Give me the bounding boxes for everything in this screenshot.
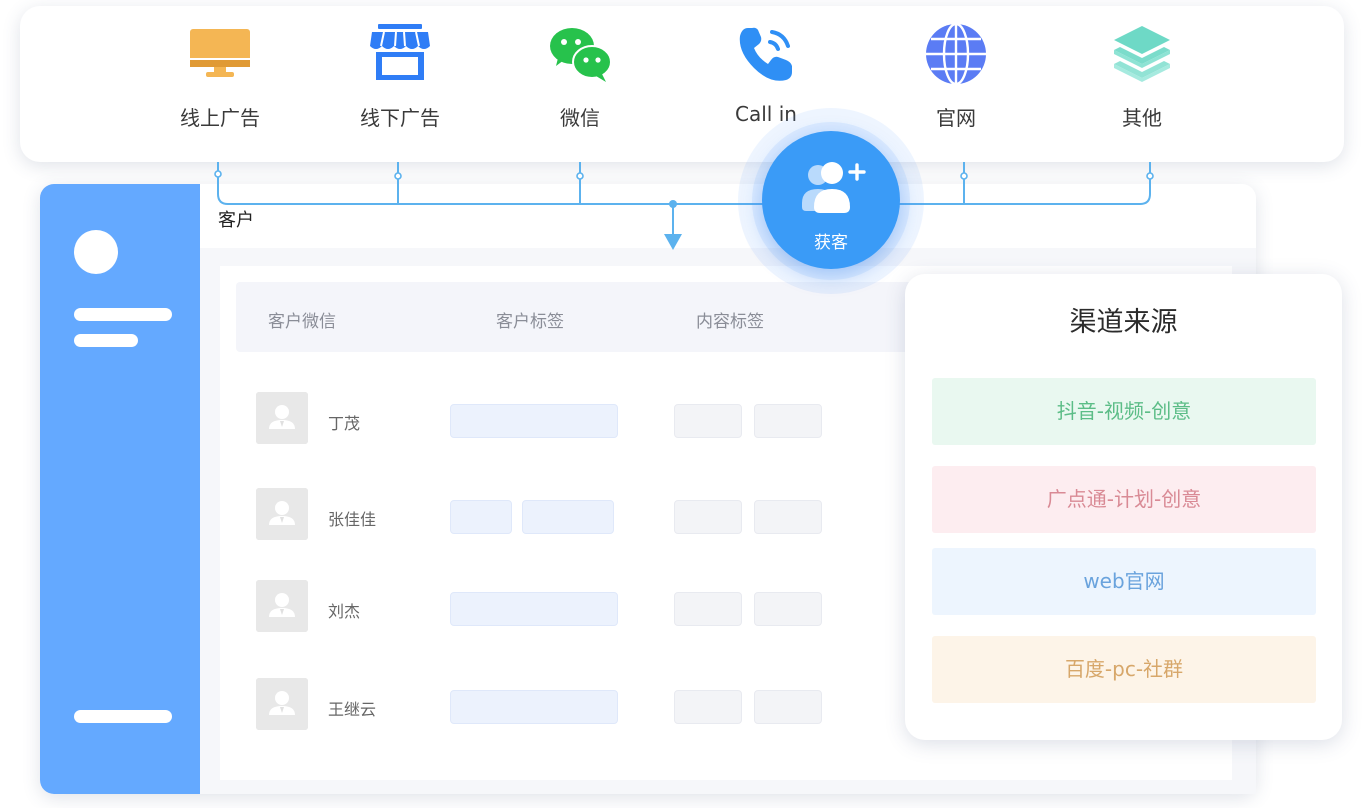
customer-tag xyxy=(450,404,618,438)
layers-icon xyxy=(1114,26,1170,82)
sidebar-item-bottom[interactable] xyxy=(74,710,172,723)
source-item-guangdiantong[interactable]: 广点通-计划-创意 xyxy=(932,466,1316,533)
channel-label: 其他 xyxy=(1122,106,1162,130)
content-tag xyxy=(674,690,742,724)
table-row[interactable] xyxy=(256,488,308,540)
column-header-content-tag: 内容标签 xyxy=(696,312,764,332)
user-avatar-icon xyxy=(256,678,308,730)
user-avatar-icon xyxy=(256,392,308,444)
channel-label: 微信 xyxy=(560,106,600,130)
content-tag xyxy=(754,404,822,438)
column-header-customer-tag: 客户标签 xyxy=(496,312,564,332)
channel-label: 线下广告 xyxy=(360,106,440,130)
sidebar xyxy=(40,184,200,794)
user-avatar-icon xyxy=(256,580,308,632)
source-item-web[interactable]: web官网 xyxy=(932,548,1316,615)
content-tag xyxy=(754,592,822,626)
customer-tag xyxy=(450,500,512,534)
page-title: 客户 xyxy=(218,210,254,231)
channel-online-ads[interactable]: 线上广告 xyxy=(150,22,290,131)
sidebar-avatar[interactable] xyxy=(74,230,118,274)
content-tag xyxy=(754,690,822,724)
table-row[interactable] xyxy=(256,580,308,632)
customer-tag xyxy=(450,690,618,724)
customer-name: 丁茂 xyxy=(328,414,361,433)
user-avatar-icon xyxy=(256,488,308,540)
customer-name: 王继云 xyxy=(328,700,377,719)
globe-icon xyxy=(926,22,986,86)
content-tag xyxy=(674,404,742,438)
content-tag xyxy=(674,500,742,534)
channel-source-title: 渠道来源 xyxy=(1069,307,1178,338)
channel-other[interactable]: 其他 xyxy=(1072,22,1212,131)
table-row[interactable] xyxy=(256,678,308,730)
monitor-icon xyxy=(190,29,250,77)
channel-label: 线上广告 xyxy=(180,106,260,130)
customer-tag xyxy=(450,592,618,626)
customer-tag xyxy=(522,500,614,534)
content-tag xyxy=(674,592,742,626)
customer-name: 刘杰 xyxy=(328,602,361,621)
acquire-label: 获客 xyxy=(814,233,848,253)
channel-official-site[interactable]: 官网 xyxy=(886,22,1026,131)
channel-label: 官网 xyxy=(936,106,976,130)
channel-offline-ads[interactable]: 线下广告 xyxy=(330,22,470,131)
storefront-icon xyxy=(370,24,430,80)
sidebar-item-1[interactable] xyxy=(74,308,172,321)
sidebar-item-2[interactable] xyxy=(74,334,138,347)
add-user-icon xyxy=(802,162,866,213)
channel-wechat[interactable]: 微信 xyxy=(510,22,650,131)
wechat-icon xyxy=(550,28,612,82)
content-tag xyxy=(754,500,822,534)
phone-icon xyxy=(739,27,792,81)
customer-name: 张佳佳 xyxy=(328,510,377,529)
source-item-douyin[interactable]: 抖音-视频-创意 xyxy=(932,378,1316,445)
table-row[interactable] xyxy=(256,392,308,444)
column-header-wechat: 客户微信 xyxy=(268,312,336,332)
source-item-baidu[interactable]: 百度-pc-社群 xyxy=(932,636,1316,703)
